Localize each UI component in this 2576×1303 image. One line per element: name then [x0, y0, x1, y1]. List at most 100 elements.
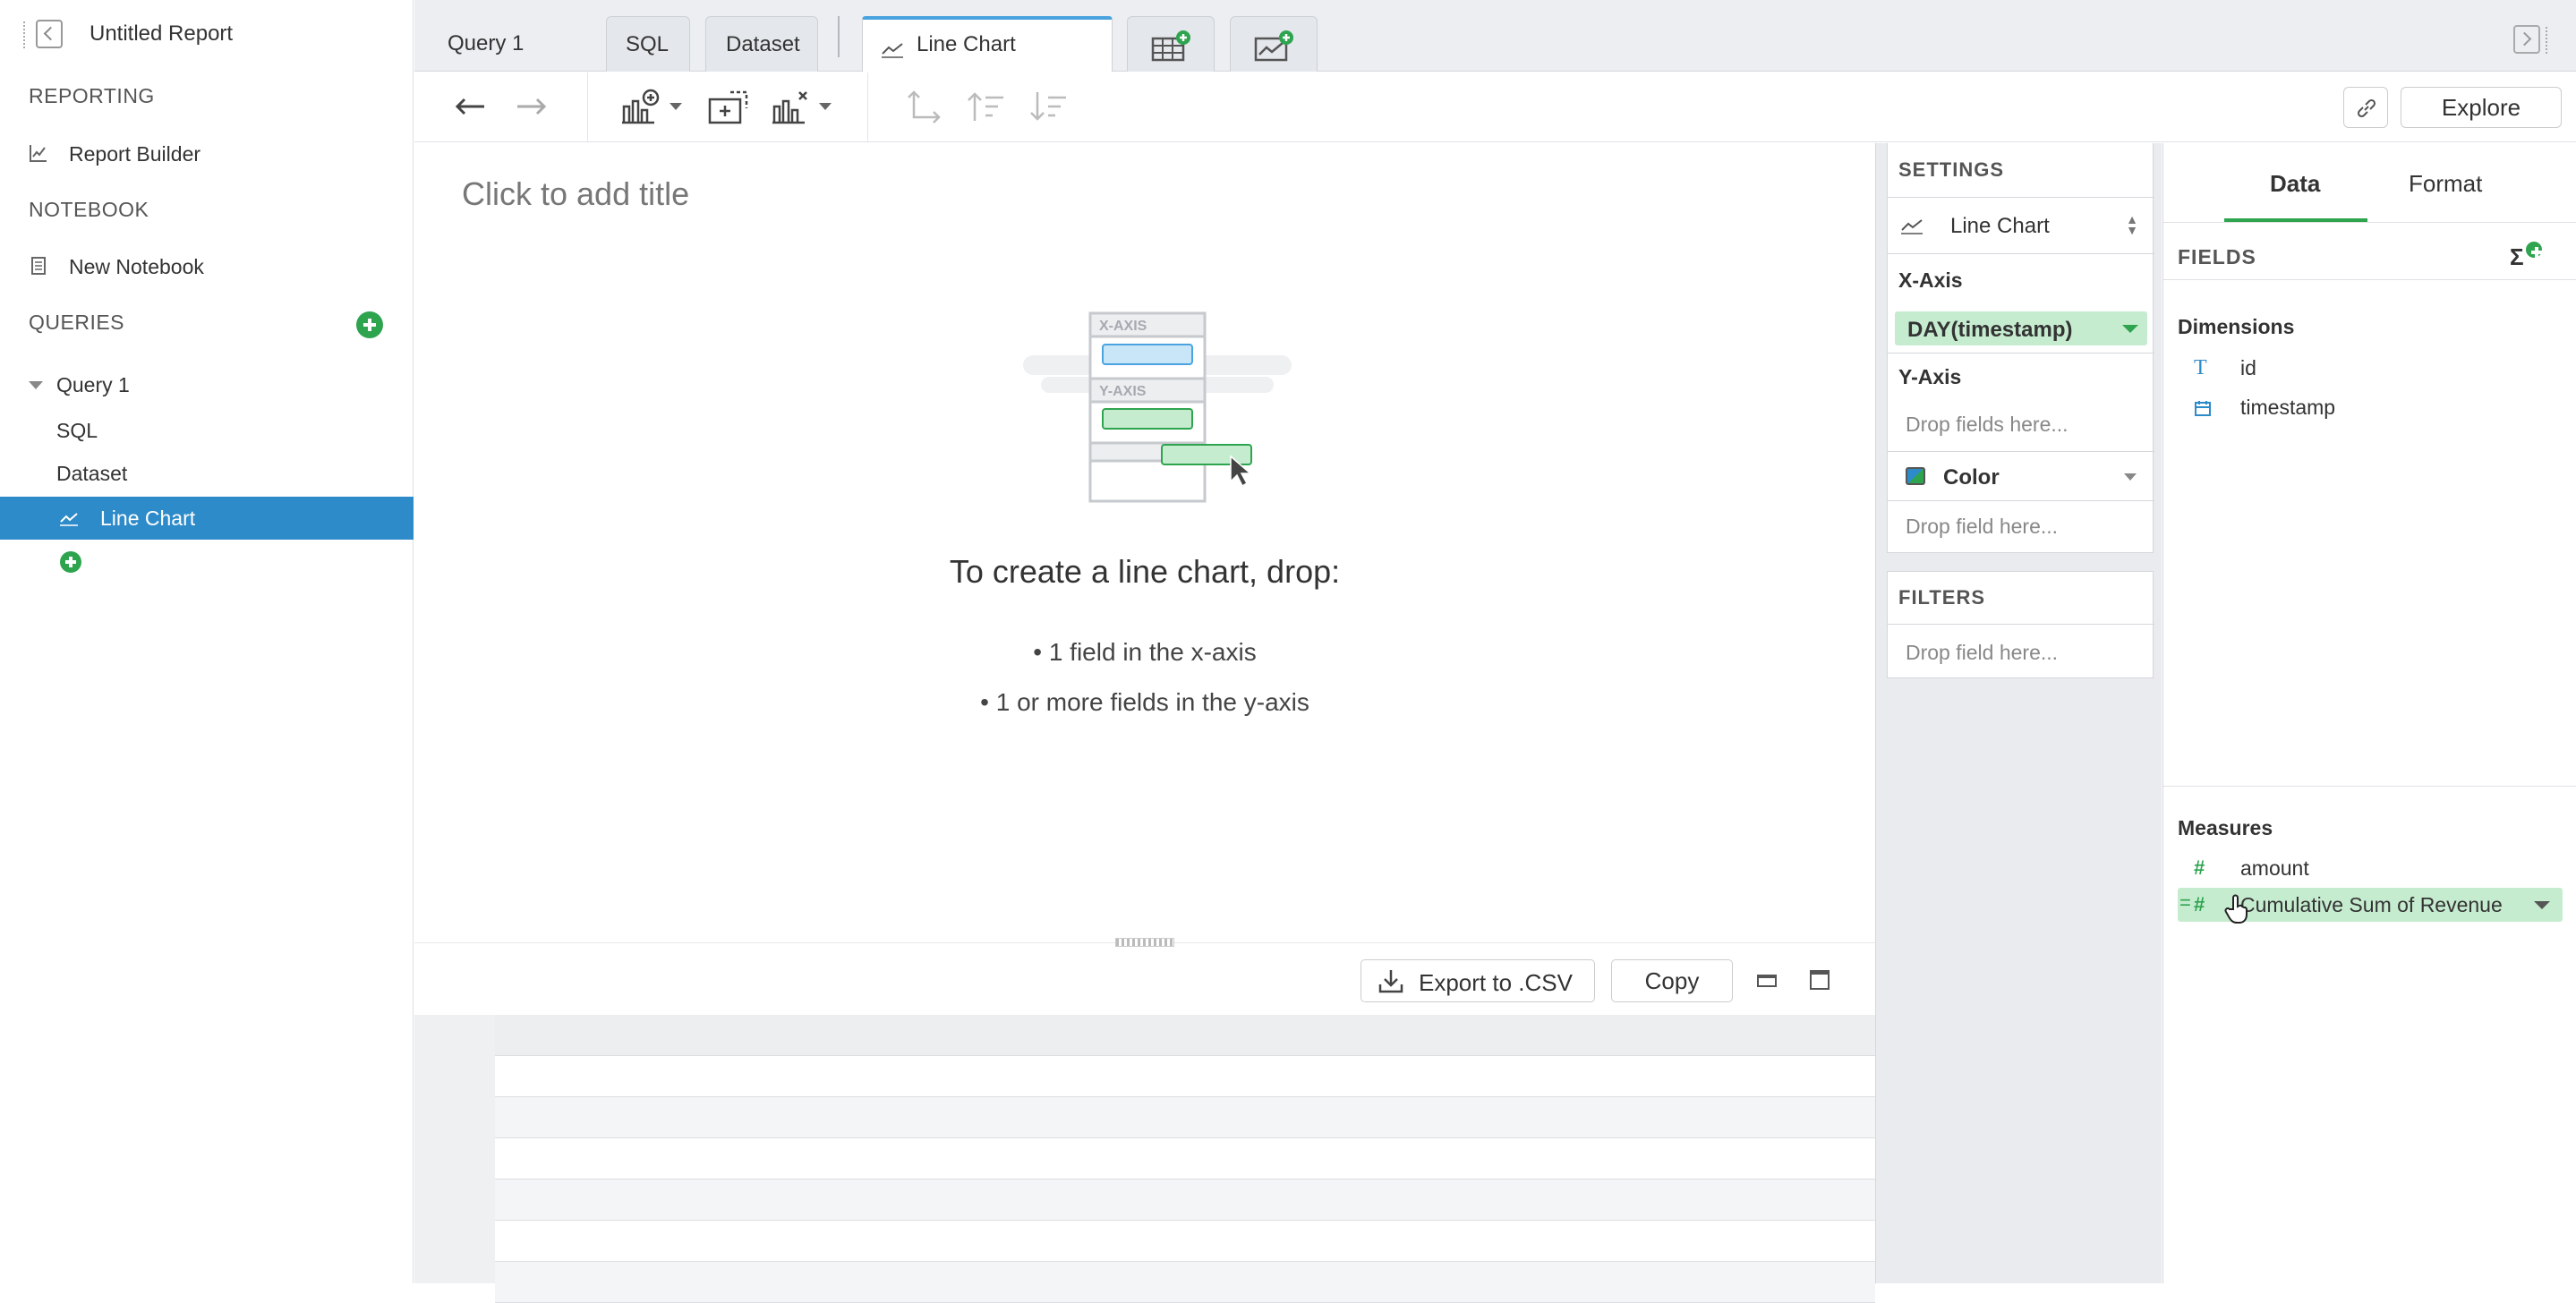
add-icon — [2526, 242, 2542, 258]
hash-icon: # — [2194, 893, 2205, 916]
remove-chart-element-icon[interactable] — [771, 89, 812, 124]
field-item-selected[interactable]: = # Cumulative Sum of Revenue — [2178, 888, 2563, 924]
sidebar-item-query1[interactable]: Query 1 — [0, 363, 414, 406]
add-calculated-field-button[interactable]: Σ — [2508, 238, 2544, 274]
table-row — [495, 1097, 1875, 1138]
sidebar-item-label: Report Builder — [69, 142, 201, 166]
sigma-icon: Σ — [2510, 243, 2524, 270]
expand-caret-icon[interactable] — [29, 381, 43, 389]
sidebar-item-new-notebook[interactable]: New Notebook — [0, 245, 414, 288]
toolbar-divider — [867, 72, 868, 142]
sidebar-header: Untitled Report — [0, 0, 414, 70]
section-queries: QUERIES — [29, 311, 125, 334]
settings-header: SETTINGS — [1898, 158, 2005, 181]
y-axis-dropzone[interactable]: Drop fields here... — [1906, 413, 2068, 437]
explore-button[interactable]: Explore — [2401, 87, 2562, 128]
sidebar-item-label: New Notebook — [69, 255, 204, 278]
color-encoding-row[interactable]: Color — [1888, 452, 2154, 500]
export-csv-button[interactable]: Export to .CSV — [1361, 959, 1595, 1002]
add-chart-tab[interactable] — [1230, 16, 1318, 72]
collapse-sidebar-icon[interactable] — [23, 20, 66, 50]
table-row — [495, 1138, 1875, 1180]
sidebar-item-sql[interactable]: SQL — [0, 409, 414, 452]
x-axis-label: X-Axis — [1898, 268, 1963, 292]
tab-query1[interactable]: Query 1 — [414, 16, 558, 72]
add-chart-icon — [1254, 30, 1293, 62]
x-axis-field-label: DAY(timestamp) — [1907, 318, 2073, 342]
chart-type-select[interactable]: Line Chart ▲ ▼ — [1888, 198, 2154, 253]
report-builder-icon — [30, 145, 47, 162]
toolbar: Explore — [414, 72, 2576, 142]
sidebar-item-label: SQL — [56, 419, 98, 442]
field-item[interactable]: timestamp — [2178, 390, 2563, 424]
table-header-row — [495, 1015, 1875, 1056]
table-row — [495, 1180, 1875, 1221]
tab-line-chart[interactable]: Line Chart — [862, 16, 1113, 72]
drag-handle-icon[interactable]: = — [2179, 891, 2191, 915]
x-axis-field-pill[interactable]: DAY(timestamp) — [1895, 311, 2147, 345]
collapse-right-panel-icon[interactable] — [2513, 25, 2556, 55]
field-dropdown-caret[interactable] — [2534, 901, 2550, 909]
fields-divider — [2163, 279, 2576, 280]
sidebar-item-label: Dataset — [56, 462, 128, 485]
tab-format[interactable]: Format — [2409, 170, 2482, 198]
table-row — [495, 1056, 1875, 1097]
tab-label: SQL — [626, 32, 670, 56]
data-panel: Data Format FIELDS Σ Dimensions T id tim… — [2162, 143, 2576, 1283]
dimensions-label: Dimensions — [2178, 315, 2295, 338]
add-table-icon — [1151, 30, 1190, 62]
tab-bar: Query 1 SQL Dataset Line Chart — [414, 0, 2576, 72]
measures-label: Measures — [2178, 816, 2273, 839]
fields-header: FIELDS — [2178, 245, 2256, 268]
tab-label: Dataset — [726, 32, 800, 56]
swap-axes-icon[interactable] — [905, 89, 943, 124]
chart-type-label: Line Chart — [1950, 214, 2050, 238]
export-label: Export to .CSV — [1419, 969, 1573, 996]
filters-dropzone[interactable]: Drop field here... — [1906, 641, 2058, 665]
tab-dataset[interactable]: Dataset — [705, 16, 818, 72]
add-chart-element-icon[interactable] — [620, 89, 665, 124]
sort-descending-icon[interactable] — [1028, 89, 1070, 124]
tab-sql[interactable]: SQL — [606, 16, 690, 72]
tab-label: Line Chart — [917, 32, 1016, 56]
add-filter-box-icon[interactable] — [707, 89, 750, 124]
resize-grip-handle[interactable] — [1115, 938, 1174, 947]
report-title[interactable]: Untitled Report — [90, 21, 233, 47]
add-visualization-button[interactable] — [60, 551, 81, 573]
tab-divider — [2163, 222, 2576, 223]
line-chart-icon — [60, 513, 78, 526]
field-dropdown-caret[interactable] — [2122, 325, 2138, 333]
sidebar-item-label: Line Chart — [100, 507, 196, 530]
undo-icon[interactable] — [452, 89, 488, 124]
minimize-results-icon[interactable] — [1757, 975, 1777, 987]
download-icon — [1378, 970, 1403, 993]
add-query-button[interactable] — [356, 311, 383, 338]
sidebar-item-line-chart[interactable]: Line Chart — [0, 497, 414, 540]
copy-button[interactable]: Copy — [1611, 959, 1733, 1002]
settings-panel: SETTINGS Line Chart ▲ ▼ X-Axis DAY(timest… — [1875, 143, 2162, 1283]
field-label: Cumulative Sum of Revenue — [2240, 893, 2503, 916]
notebook-icon — [31, 257, 46, 275]
redo-icon[interactable] — [514, 89, 550, 124]
results-table — [495, 1015, 1875, 1303]
field-item[interactable]: T id — [2178, 351, 2563, 385]
filters-card: FILTERS Drop field here... — [1887, 571, 2154, 678]
field-label: id — [2240, 356, 2256, 379]
color-dropdown-caret[interactable] — [2124, 473, 2137, 481]
y-axis-label: Y-Axis — [1898, 365, 1962, 388]
color-dropzone[interactable]: Drop field here... — [1906, 515, 2058, 539]
field-item[interactable]: # amount — [2178, 851, 2563, 885]
share-link-button[interactable] — [2343, 87, 2388, 128]
sidebar-item-dataset[interactable]: Dataset — [0, 452, 414, 495]
hand-cursor-icon — [2224, 894, 2248, 924]
chart-title-placeholder[interactable]: Click to add title — [462, 175, 689, 213]
tab-divider — [838, 16, 840, 57]
maximize-results-icon[interactable] — [1810, 970, 1830, 990]
tab-data[interactable]: Data — [2270, 170, 2320, 198]
add-table-tab[interactable] — [1127, 16, 1215, 72]
add-element-dropdown-caret[interactable] — [670, 103, 682, 110]
sort-ascending-icon[interactable] — [966, 89, 1007, 124]
section-reporting: REPORTING — [29, 84, 155, 107]
remove-element-dropdown-caret[interactable] — [819, 103, 832, 110]
sidebar-item-report-builder[interactable]: Report Builder — [0, 132, 414, 175]
